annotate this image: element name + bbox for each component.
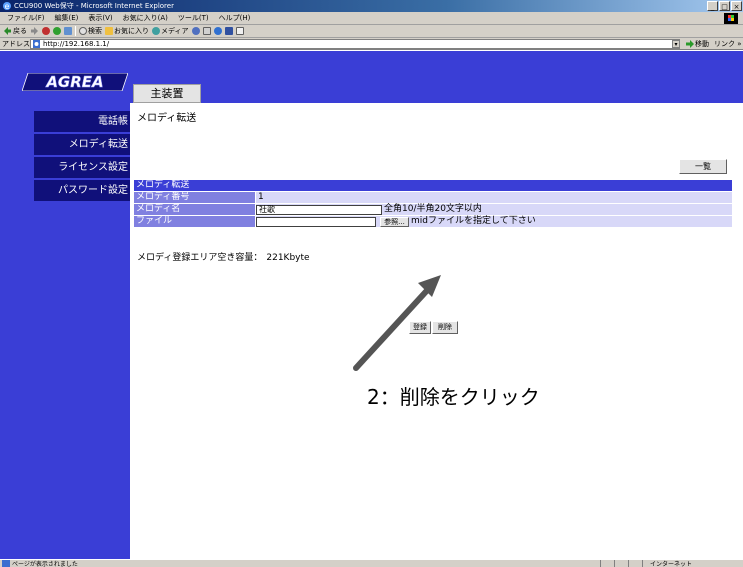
window-titlebar: e CCU900 Web保守 - Microsoft Internet Expl… [0, 0, 743, 12]
window-title: CCU900 Web保守 - Microsoft Internet Explor… [14, 2, 174, 10]
form-row-melody-number: メロディ番号 1 [134, 192, 732, 203]
divider [134, 137, 732, 138]
toolbar-divider [75, 26, 76, 36]
history-button[interactable] [191, 27, 200, 35]
search-icon [79, 27, 87, 35]
media-button[interactable]: メディア [152, 26, 189, 36]
maximize-button[interactable]: □ [719, 1, 730, 11]
status-bar: ページが表示されました インターネット [0, 559, 743, 567]
menu-bar: ファイル(F) 編集(E) 表示(V) お気に入り(A) ツール(T) ヘルプ(… [0, 12, 743, 25]
history-icon [191, 27, 200, 35]
capacity-label: メロディ登録エリア空き容量： [137, 253, 263, 263]
edit-icon [224, 27, 233, 35]
capacity-value: 221Kbyte [266, 253, 310, 263]
page-done-icon [2, 560, 10, 567]
close-button[interactable]: × [731, 1, 742, 11]
mail-button[interactable] [202, 27, 211, 35]
page-icon [33, 40, 40, 48]
address-bar: アドレス(D) http://192.168.1.1/ ▾ 移動 リンク » [0, 38, 743, 50]
menu-file[interactable]: ファイル(F) [2, 13, 50, 23]
annotation-text: 2：削除をクリック [367, 385, 540, 409]
status-zone: インターネット [650, 561, 693, 567]
print-button[interactable] [235, 27, 244, 35]
menu-help[interactable]: ヘルプ(H) [214, 13, 256, 23]
nav-phonebook[interactable]: 電話帳 [34, 111, 130, 133]
nav-password-settings[interactable]: パスワード設定 [34, 180, 130, 202]
media-icon [152, 27, 160, 35]
delete-button[interactable]: 削除 [432, 321, 458, 334]
page-title: メロディ転送 [137, 113, 197, 124]
melody-form: メロディ転送 メロディ番号 1 メロディ名 社歌 全角10/半角20文字以内 フ… [134, 180, 732, 227]
home-icon [64, 27, 72, 35]
capacity-text: メロディ登録エリア空き容量： 221Kbyte [137, 250, 314, 263]
messenger-button[interactable] [213, 27, 222, 35]
go-arrow-icon [686, 40, 694, 48]
main-panel: メロディ転送 一覧 メロディ転送 メロディ番号 1 メロディ名 社歌 全角10/… [130, 103, 743, 559]
address-dropdown-icon[interactable]: ▾ [672, 40, 680, 48]
go-button[interactable]: 移動 [686, 39, 709, 49]
print-icon [235, 27, 244, 35]
menu-tools[interactable]: ツール(T) [173, 13, 214, 23]
menu-favorites[interactable]: お気に入り(A) [118, 13, 173, 23]
file-cell: 参照... midファイルを指定して下さい [256, 216, 732, 227]
back-button[interactable]: 戻る [3, 26, 27, 36]
address-input[interactable]: http://192.168.1.1/ [30, 39, 680, 49]
file-label: ファイル [134, 216, 255, 227]
page-content: AGREA 電話帳 メロディ転送 ライセンス設定 パスワード設定 主装置 メロデ… [0, 51, 743, 559]
tab-main-unit[interactable]: 主装置 [133, 84, 201, 103]
forward-arrow-icon [31, 27, 38, 35]
menu-view[interactable]: 表示(V) [83, 13, 117, 23]
browse-button[interactable]: 参照... [380, 217, 409, 227]
status-cell [614, 560, 628, 567]
tab-strip [130, 51, 743, 103]
back-arrow-icon [4, 27, 11, 35]
search-button[interactable]: 検索 [79, 26, 102, 36]
register-button[interactable]: 登録 [409, 321, 431, 334]
stop-icon [42, 27, 50, 35]
list-button[interactable]: 一覧 [679, 159, 727, 174]
menu-edit[interactable]: 編集(E) [50, 13, 84, 23]
melody-number-label: メロディ番号 [134, 192, 255, 203]
file-input[interactable] [256, 217, 376, 227]
svg-text:AGREA: AGREA [45, 73, 103, 91]
minimize-button[interactable]: _ [707, 1, 718, 11]
ie-icon: e [3, 2, 11, 11]
favorites-button[interactable]: お気に入り [105, 26, 149, 36]
edit-button[interactable] [224, 27, 233, 35]
form-row-file: ファイル 参照... midファイルを指定して下さい [134, 216, 732, 227]
status-text: ページが表示されました [12, 561, 78, 567]
status-cell [628, 560, 642, 567]
forward-button[interactable] [30, 27, 39, 35]
stop-button[interactable] [42, 27, 50, 35]
status-cell [600, 560, 614, 567]
home-button[interactable] [64, 27, 72, 35]
form-header: メロディ転送 [134, 180, 732, 191]
melody-name-hint: 全角10/半角20文字以内 [384, 204, 482, 214]
refresh-icon [53, 27, 61, 35]
favorites-icon [105, 27, 113, 35]
mail-icon [202, 27, 211, 35]
nav-melody-transfer[interactable]: メロディ転送 [34, 134, 130, 156]
agrea-logo: AGREA [22, 73, 128, 91]
svg-text:e: e [5, 2, 10, 11]
melody-name-cell: 社歌 全角10/半角20文字以内 [256, 204, 732, 215]
address-url: http://192.168.1.1/ [43, 40, 110, 48]
file-hint: midファイルを指定して下さい [411, 216, 536, 226]
melody-name-input[interactable]: 社歌 [256, 205, 382, 215]
left-nav: AGREA 電話帳 メロディ転送 ライセンス設定 パスワード設定 [0, 51, 130, 559]
refresh-button[interactable] [53, 27, 61, 35]
windows-logo-icon [724, 13, 738, 24]
toolbar: 戻る 検索 お気に入り メディア [0, 25, 743, 38]
messenger-icon [213, 27, 222, 35]
melody-name-label: メロディ名 [134, 204, 255, 215]
nav-license-settings[interactable]: ライセンス設定 [34, 157, 130, 179]
melody-number-value: 1 [256, 192, 732, 203]
form-row-melody-name: メロディ名 社歌 全角10/半角20文字以内 [134, 204, 732, 215]
links-button[interactable]: リンク » [714, 39, 742, 49]
